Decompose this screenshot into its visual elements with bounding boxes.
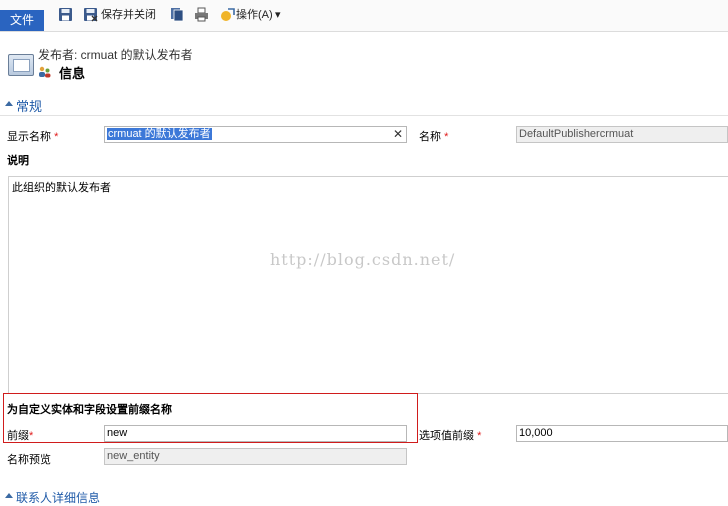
- prefix-label: 前缀*: [7, 430, 34, 442]
- publisher-entity-icon: [8, 54, 34, 76]
- name-label: 名称 *: [419, 131, 449, 143]
- users-icon: [39, 66, 51, 78]
- prefix-input[interactable]: new: [104, 425, 407, 442]
- name-input: DefaultPublishercrmuat: [516, 126, 728, 143]
- display-name-label: 显示名称 *: [7, 131, 59, 143]
- watermark-text: http://blog.csdn.net/: [270, 250, 456, 269]
- description-label: 说明: [7, 155, 29, 167]
- actions-icon[interactable]: [220, 6, 236, 22]
- name-preview-label: 名称预览: [7, 454, 51, 466]
- option-prefix-label: 选项值前缀 *: [419, 430, 482, 442]
- form-title: 信息: [59, 66, 86, 81]
- record-subtitle: 发布者: crmuat 的默认发布者: [38, 48, 193, 62]
- save-and-close-button[interactable]: 保存并关闭: [101, 8, 156, 22]
- prefix-group-title: 为自定义实体和字段设置前缀名称: [7, 404, 172, 416]
- section-title-general[interactable]: 常规: [16, 96, 42, 115]
- copy-icon[interactable]: [170, 7, 184, 22]
- save-icon[interactable]: [58, 7, 73, 22]
- chevron-down-icon[interactable]: ▾: [275, 8, 281, 22]
- collapse-arrow-icon[interactable]: [5, 101, 13, 106]
- name-preview-input: new_entity: [104, 448, 407, 465]
- save-and-close-icon[interactable]: [83, 7, 98, 22]
- option-prefix-input[interactable]: 10,000: [516, 425, 728, 442]
- actions-menu-button[interactable]: 操作(A): [236, 8, 273, 22]
- clear-icon[interactable]: ✕: [393, 127, 403, 142]
- section-divider: [0, 115, 728, 116]
- file-menu-button[interactable]: 文件: [0, 10, 44, 31]
- display-name-input[interactable]: crmuat 的默认发布者: [104, 126, 407, 143]
- collapse-arrow-icon[interactable]: [5, 493, 13, 498]
- description-textarea[interactable]: 此组织的默认发布者: [8, 176, 728, 394]
- print-icon[interactable]: [194, 7, 209, 22]
